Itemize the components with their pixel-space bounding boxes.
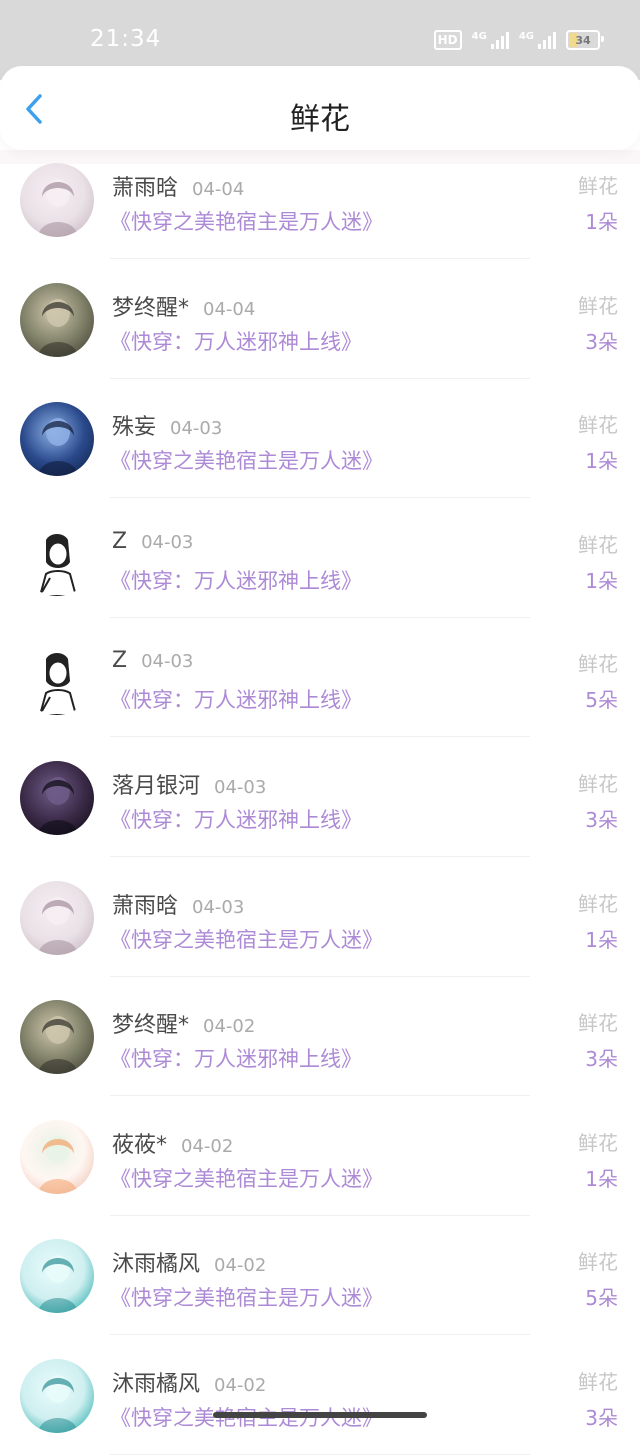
user-name-text: 萧雨晗 xyxy=(112,893,179,919)
gift-date: 04-03 xyxy=(170,418,223,440)
gift-date: 04-02 xyxy=(203,1016,256,1038)
gift-type: 鲜花 xyxy=(578,174,618,198)
gift-date: 04-03 xyxy=(141,651,194,673)
avatar[interactable] xyxy=(20,163,94,237)
gift-date: 04-03 xyxy=(192,896,245,918)
gift-count: 3朵 xyxy=(585,1047,618,1072)
book-title[interactable]: 《快穿之美艳宿主是万人迷》 xyxy=(110,924,383,954)
gift-type: 鲜花 xyxy=(578,891,618,916)
user-name: 梦终醒* 04-02 xyxy=(112,1007,255,1039)
user-name: 沐雨橘风 04-02 xyxy=(112,1366,266,1398)
gift-count: 5朵 xyxy=(585,1286,618,1311)
user-name-text: Z xyxy=(112,528,128,554)
hd-icon: HD xyxy=(433,30,462,50)
gift-date: 04-04 xyxy=(192,179,245,200)
gift-date: 04-03 xyxy=(214,777,267,798)
user-name: 萧雨晗 04-04 xyxy=(112,170,244,202)
gift-count: 1朵 xyxy=(585,568,618,593)
gift-count: 3朵 xyxy=(585,329,618,354)
avatar[interactable] xyxy=(20,402,94,477)
avatar[interactable] xyxy=(20,880,94,955)
avatar[interactable] xyxy=(20,761,94,835)
avatar[interactable] xyxy=(20,1239,94,1314)
gift-type: 鲜花 xyxy=(578,1370,618,1394)
signal-icon: 4G xyxy=(472,31,509,49)
gift-date: 04-02 xyxy=(214,1255,267,1277)
gift-count: 3朵 xyxy=(585,1406,618,1430)
user-name-text: Z xyxy=(112,648,128,674)
avatar[interactable] xyxy=(20,521,94,596)
list-item[interactable]: 殊妄 04-03 《快穿之美艳宿主是万人迷》 鲜花 1朵 xyxy=(0,379,640,499)
status-icons: HD 4G 4G 34 xyxy=(433,30,604,50)
gift-type: 鲜花 xyxy=(578,1250,618,1275)
book-title[interactable]: 《快穿之美艳宿主是万人迷》 xyxy=(110,206,383,236)
status-time: 21:34 xyxy=(90,26,162,52)
home-indicator[interactable] xyxy=(213,1412,427,1418)
gift-type: 鲜花 xyxy=(578,413,618,438)
book-title[interactable]: 《快穿之美艳宿主是万人迷》 xyxy=(110,1282,383,1312)
avatar[interactable] xyxy=(20,1119,94,1194)
gift-date: 04-03 xyxy=(141,531,194,553)
user-name: Z 04-03 xyxy=(112,529,193,554)
avatar[interactable] xyxy=(20,282,94,357)
list-item[interactable]: 沐雨橘风 04-02 《快穿之美艳宿主是万人迷》 鲜花 3朵 xyxy=(0,1336,640,1455)
gift-type: 鲜花 xyxy=(578,772,618,796)
user-name: Z 04-03 xyxy=(112,648,193,673)
user-name: 落月银河 04-03 xyxy=(112,768,266,800)
user-name: 殊妄 04-03 xyxy=(112,409,222,441)
list-item[interactable]: Z 04-03 《快穿：万人迷邪神上线》 鲜花 1朵 xyxy=(0,499,640,618)
gift-count: 5朵 xyxy=(585,688,618,713)
gift-count: 1朵 xyxy=(585,449,618,474)
list-item[interactable]: 沐雨橘风 04-02 《快穿之美艳宿主是万人迷》 鲜花 5朵 xyxy=(0,1216,640,1336)
book-title[interactable]: 《快穿：万人迷邪神上线》 xyxy=(110,1043,362,1073)
user-name-text: 沐雨橘风 xyxy=(112,1372,201,1397)
book-title[interactable]: 《快穿之美艳宿主是万人迷》 xyxy=(110,1163,383,1193)
book-title[interactable]: 《快穿之美艳宿主是万人迷》 xyxy=(110,445,383,475)
gift-type: 鲜花 xyxy=(578,293,618,318)
gift-date: 04-02 xyxy=(181,1135,234,1157)
gift-count: 1朵 xyxy=(585,927,618,952)
book-title[interactable]: 《快穿：万人迷邪神上线》 xyxy=(110,804,362,834)
gift-type: 鲜花 xyxy=(578,652,618,677)
gift-date: 04-02 xyxy=(214,1375,267,1396)
gift-count: 1朵 xyxy=(585,1166,618,1191)
user-name: 莜莜* 04-02 xyxy=(112,1127,233,1159)
list-item[interactable]: 梦终醒* 04-02 《快穿：万人迷邪神上线》 鲜花 3朵 xyxy=(0,977,640,1097)
user-name-text: 萧雨晗 xyxy=(112,176,179,201)
user-name-text: 梦终醒* xyxy=(112,295,190,321)
list-item[interactable]: Z 04-03 《快穿：万人迷邪神上线》 鲜花 5朵 xyxy=(0,618,640,738)
signal-icon: 4G xyxy=(519,31,556,49)
gift-date: 04-04 xyxy=(203,298,256,320)
gift-type: 鲜花 xyxy=(578,1011,618,1036)
list-item[interactable]: 落月银河 04-03 《快穿：万人迷邪神上线》 鲜花 3朵 xyxy=(0,738,640,857)
avatar[interactable] xyxy=(20,641,94,716)
book-title[interactable]: 《快穿：万人迷邪神上线》 xyxy=(110,326,362,356)
gift-type: 鲜花 xyxy=(578,532,618,557)
list-item[interactable]: 萧雨晗 04-04 《快穿之美艳宿主是万人迷》 鲜花 1朵 xyxy=(0,140,640,259)
user-name: 萧雨晗 04-03 xyxy=(112,888,244,920)
avatar[interactable] xyxy=(20,1000,94,1075)
user-name-text: 莜莜* xyxy=(112,1132,168,1158)
list-item[interactable]: 莜莜* 04-02 《快穿之美艳宿主是万人迷》 鲜花 1朵 xyxy=(0,1097,640,1216)
user-name: 梦终醒* 04-04 xyxy=(112,290,255,322)
user-name: 沐雨橘风 04-02 xyxy=(112,1246,266,1278)
page-title: 鲜花 xyxy=(290,102,350,137)
header: 鲜花 xyxy=(0,66,640,150)
user-name-text: 殊妄 xyxy=(112,415,157,441)
book-title[interactable]: 《快穿：万人迷邪神上线》 xyxy=(110,684,362,714)
user-name-text: 沐雨橘风 xyxy=(112,1252,201,1278)
user-name-text: 梦终醒* xyxy=(112,1013,190,1039)
gift-count: 1朵 xyxy=(585,210,618,234)
battery-level: 34 xyxy=(575,33,591,47)
gift-count: 3朵 xyxy=(585,808,618,832)
user-name-text: 落月银河 xyxy=(112,774,201,799)
gift-type: 鲜花 xyxy=(578,1130,618,1155)
battery-icon: 34 xyxy=(566,30,604,50)
list-item[interactable]: 梦终醒* 04-04 《快穿：万人迷邪神上线》 鲜花 3朵 xyxy=(0,260,640,379)
list-item[interactable]: 萧雨晗 04-03 《快穿之美艳宿主是万人迷》 鲜花 1朵 xyxy=(0,858,640,977)
book-title[interactable]: 《快穿：万人迷邪神上线》 xyxy=(110,565,362,595)
